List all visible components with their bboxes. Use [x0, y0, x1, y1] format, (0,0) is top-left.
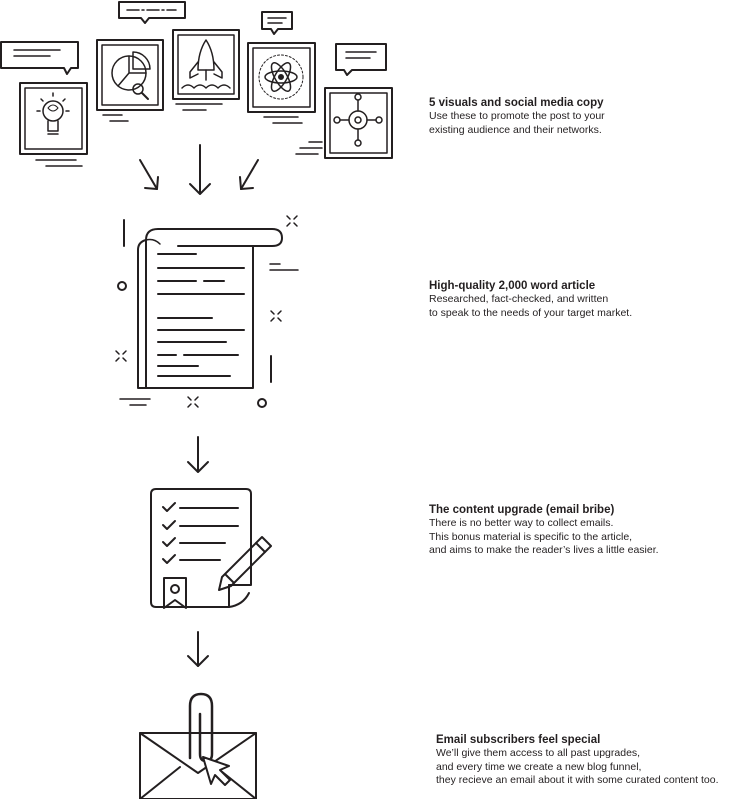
- speech-bubble-icon: [0, 41, 79, 75]
- speech-bubble-icon: [335, 43, 387, 76]
- ribbon-badge-icon: [163, 577, 187, 609]
- speech-bubble-icon: [118, 1, 186, 24]
- paperclip-icon: [188, 692, 214, 763]
- atom-icon: [247, 42, 316, 124]
- funnel-illustration: [0, 1, 393, 799]
- rocket-icon: [172, 29, 240, 111]
- cursor-icon: [202, 756, 231, 786]
- step-description-line: they recieve an email about it with some…: [436, 774, 719, 786]
- step-title: 5 visuals and social media copy: [429, 97, 604, 109]
- arrow-down-icon: [187, 436, 209, 473]
- step-description-line: There is no better way to collect emails…: [429, 517, 614, 529]
- step-title: The content upgrade (email bribe): [429, 504, 615, 516]
- step-description-line: existing audience and their networks.: [429, 123, 602, 136]
- speech-bubble-icon: [261, 11, 293, 35]
- scroll-document-icon: [115, 215, 299, 408]
- step-description-line: and aims to make the reader’s lives a li…: [429, 544, 659, 556]
- step-visuals: 5 visuals and social media copy Use thes…: [429, 96, 605, 137]
- pencil-icon: [218, 536, 272, 591]
- step-article: High-quality 2,000 word article Research…: [429, 279, 632, 320]
- checklist-icon: [150, 488, 252, 608]
- step-description-line: We’ll give them access to all past upgra…: [436, 747, 641, 759]
- step-description-line: and every time we create a new blog funn…: [436, 760, 642, 773]
- step-email-subscribers: Email subscribers feel special We’ll giv…: [436, 733, 719, 788]
- step-description-line: Researched, fact-checked, and written: [429, 293, 609, 305]
- arrow-down-icon: [187, 631, 209, 667]
- lightbulb-icon: [19, 82, 88, 167]
- pie-chart-icon: [96, 39, 164, 122]
- step-description-line: Use these to promote the post to your: [429, 110, 605, 122]
- step-title: High-quality 2,000 word article: [429, 280, 596, 292]
- step-description-line: This bonus material is specific to the a…: [429, 530, 633, 543]
- step-content-upgrade: The content upgrade (email bribe) There …: [429, 503, 659, 558]
- arrows-down-icon: [139, 144, 259, 195]
- envelope-icon: [139, 732, 257, 799]
- step-description-line: to speak to the needs of your target mar…: [429, 306, 633, 319]
- step-title: Email subscribers feel special: [436, 734, 601, 746]
